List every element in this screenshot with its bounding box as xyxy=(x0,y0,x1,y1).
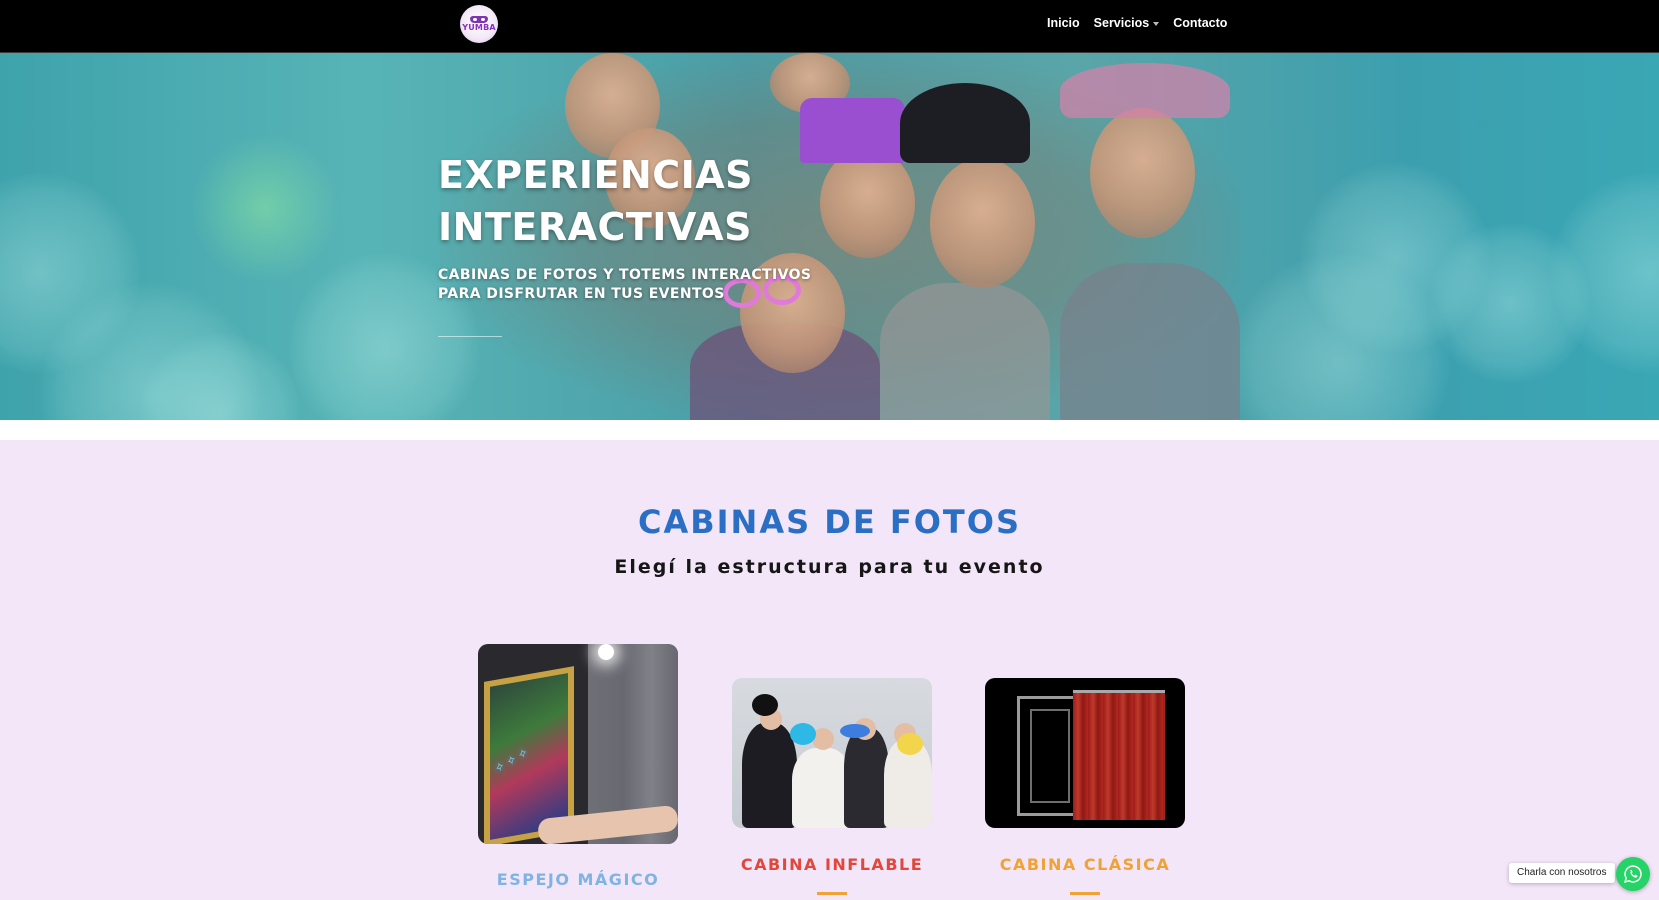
feather-prop xyxy=(752,694,778,716)
person-suit xyxy=(844,728,889,828)
hero-divider xyxy=(438,336,502,337)
nav-item-servicios[interactable]: Servicios xyxy=(1094,16,1160,30)
whatsapp-button[interactable] xyxy=(1616,857,1650,891)
hat-black xyxy=(900,83,1030,163)
section-subtitle: Elegí la estructura para tu evento xyxy=(614,556,1045,578)
hero-banner: EXPERIENCIAS INTERACTIVAS CABINAS DE FOT… xyxy=(0,53,1659,420)
booth-frame xyxy=(1017,696,1077,816)
card-image-cabina-inflable[interactable] xyxy=(732,678,932,828)
nav-item-label: Inicio xyxy=(1047,16,1080,30)
card-title-espejo-magico[interactable]: ESPEJO MÁGICO xyxy=(478,870,678,889)
mask-icon xyxy=(470,16,488,23)
card-image-cabina-clasica[interactable] xyxy=(985,678,1185,828)
card-title-cabina-inflable[interactable]: CABINA INFLABLE xyxy=(732,855,932,874)
section-separator xyxy=(0,420,1659,440)
whatsapp-label[interactable]: Charla con nosotros xyxy=(1509,863,1615,883)
card-underline xyxy=(817,892,847,895)
logo-text: YUMBA xyxy=(462,23,496,32)
site-logo[interactable]: YUMBA xyxy=(460,5,498,43)
person-dress xyxy=(792,748,852,828)
nav-item-label: Contacto xyxy=(1173,16,1228,30)
glasses-prop xyxy=(840,724,870,738)
feather-prop xyxy=(790,723,816,745)
whatsapp-icon xyxy=(1624,865,1642,883)
feather-prop xyxy=(897,733,923,755)
chevron-down-icon xyxy=(1153,21,1160,26)
person-suit xyxy=(742,723,797,828)
person-face xyxy=(1090,108,1195,238)
booth-curtain xyxy=(1073,690,1165,820)
main-nav: Inicio Servicios Contacto xyxy=(1047,16,1227,30)
person-face xyxy=(930,158,1035,288)
card-image-espejo-magico[interactable]: ✧ ✧ ✧ xyxy=(478,644,678,844)
site-header: YUMBA Inicio Servicios Contacto xyxy=(0,0,1659,53)
person-shirt xyxy=(1060,263,1240,420)
nav-item-inicio[interactable]: Inicio xyxy=(1047,16,1080,30)
card-underline xyxy=(1070,892,1100,895)
light xyxy=(598,644,614,660)
hat-pink xyxy=(1060,63,1230,118)
section-title: CABINAS DE FOTOS xyxy=(638,503,1021,541)
nav-item-label: Servicios xyxy=(1093,16,1150,30)
hero-title: EXPERIENCIAS INTERACTIVAS xyxy=(438,153,754,249)
hero-subtitle: CABINAS DE FOTOS Y TOTEMS INTERACTIVOS P… xyxy=(438,267,812,302)
person-shirt xyxy=(880,283,1050,420)
hero-glow xyxy=(190,133,340,283)
nav-item-contacto[interactable]: Contacto xyxy=(1173,16,1227,30)
card-title-cabina-clasica[interactable]: CABINA CLÁSICA xyxy=(985,855,1185,874)
